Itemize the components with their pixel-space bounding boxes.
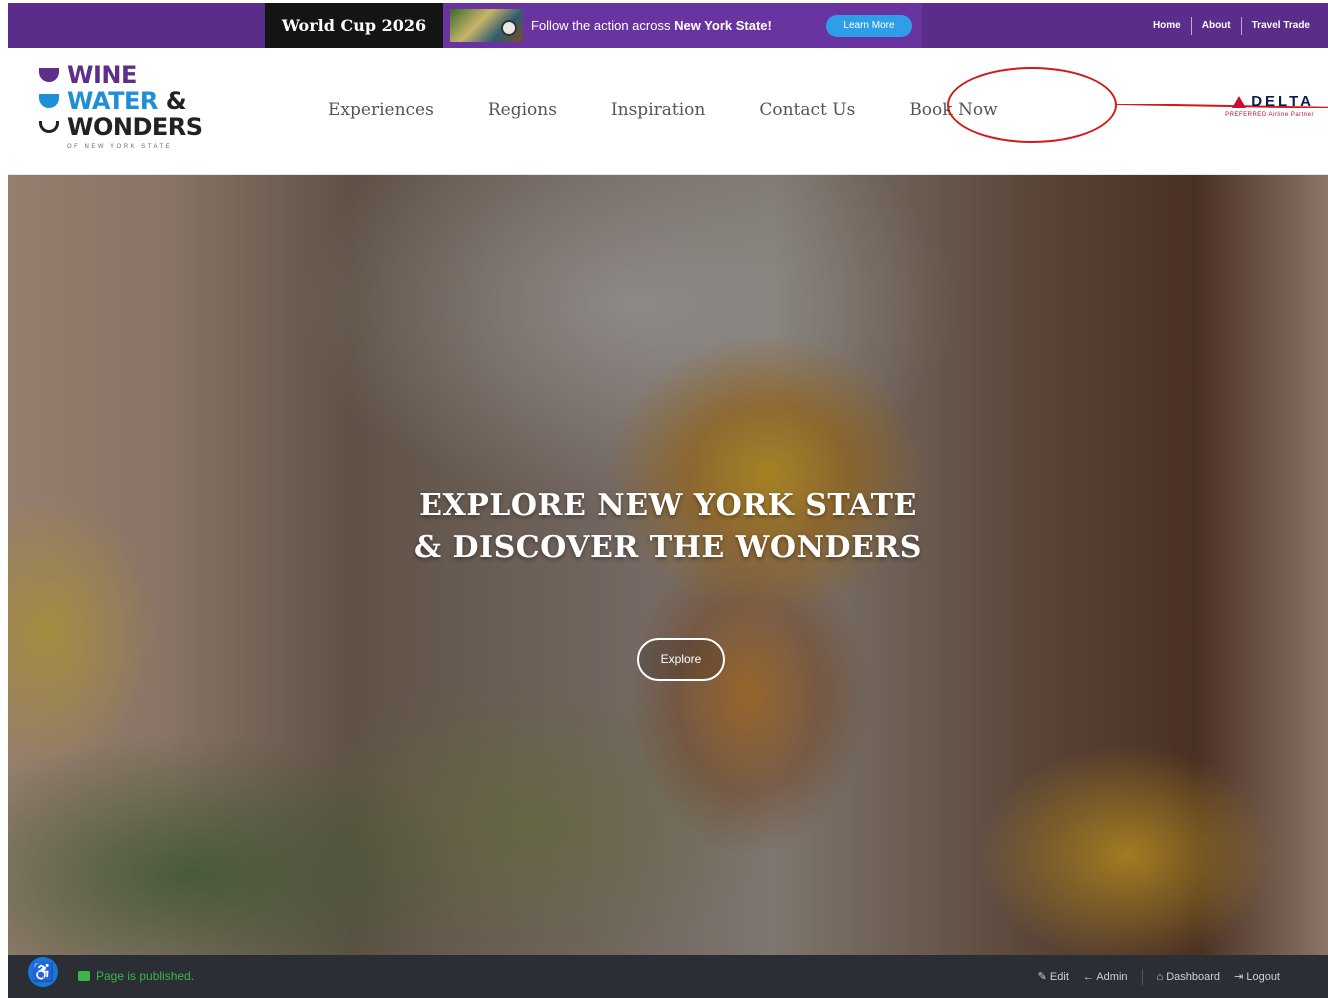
admin-links: ✎ Edit ← Admin ⌂ Dashboard ⇥ Logout — [1038, 955, 1280, 998]
publish-status-text: Page is published. — [96, 969, 195, 983]
page: World Cup 2026 Follow the action across … — [0, 0, 1328, 998]
wine-cup-icon — [39, 68, 59, 82]
main-nav: Experiences Regions Inspiration Contact … — [328, 48, 998, 171]
nav-regions[interactable]: Regions — [488, 100, 557, 120]
delta-name: DELTA — [1251, 93, 1314, 110]
learn-more-button[interactable]: Learn More — [826, 15, 912, 37]
logout-link[interactable]: ⇥ Logout — [1234, 970, 1280, 983]
logo-subtitle: OF NEW YORK STATE — [67, 144, 173, 150]
divider — [1141, 968, 1143, 985]
util-link-travel-trade[interactable]: Travel Trade — [1252, 20, 1310, 31]
admin-label: Admin — [1096, 970, 1128, 983]
world-cup-promo[interactable]: World Cup 2026 Follow the action across … — [265, 3, 922, 48]
publish-status: Page is published. — [78, 955, 194, 998]
admin-link[interactable]: ← Admin — [1083, 971, 1128, 983]
nav-contact-us[interactable]: Contact Us — [759, 100, 855, 120]
site-header: WINE WATER & WONDERS OF NEW YORK STATE E… — [8, 48, 1328, 175]
logo-word-wonders: WONDERS — [67, 113, 203, 141]
dashboard-link[interactable]: ⌂ Dashboard — [1157, 971, 1221, 983]
water-cup-icon — [39, 94, 59, 108]
edit-label: Edit — [1049, 971, 1069, 983]
site-logo[interactable]: WINE WATER & WONDERS OF NEW YORK STATE — [39, 62, 239, 162]
annotation-circle — [947, 67, 1117, 143]
promo-title: World Cup 2026 — [265, 3, 443, 48]
logo-row-water: WATER & — [39, 88, 239, 114]
thumbs-up-icon — [78, 971, 90, 981]
logo-row-wonders: WONDERS — [39, 114, 239, 140]
logout-label: Logout — [1246, 971, 1280, 983]
dashboard-label: Dashboard — [1166, 970, 1221, 983]
hero-title-line-2: & DISCOVER THE WONDERS — [414, 530, 922, 565]
edit-link[interactable]: ✎ Edit — [1038, 970, 1069, 983]
logo-word-wine: WINE — [67, 61, 137, 89]
logo-ampersand: & — [165, 87, 187, 115]
delta-logo-mark: DELTA — [1225, 93, 1314, 110]
nav-inspiration[interactable]: Inspiration — [611, 100, 705, 120]
divider — [1240, 16, 1242, 35]
explore-button[interactable]: Explore — [637, 638, 725, 681]
logo-word-water: WATER & — [67, 87, 187, 115]
delta-partner-logo[interactable]: DELTA PREFERRED Airline Partner — [1225, 93, 1314, 118]
admin-bar: ♿ Page is published. ✎ Edit ← Admin ⌂ Da… — [8, 955, 1328, 998]
util-link-home[interactable]: Home — [1153, 20, 1181, 31]
logo-row-wine: WINE — [39, 62, 239, 88]
nav-experiences[interactable]: Experiences — [328, 100, 434, 120]
delta-tagline: PREFERRED Airline Partner — [1225, 112, 1314, 118]
hero-title: EXPLORE NEW YORK STATE & DISCOVER THE WO… — [8, 485, 1328, 569]
util-link-about[interactable]: About — [1202, 20, 1231, 31]
smile-icon — [39, 121, 59, 133]
promo-text: Follow the action across New York State! — [531, 3, 772, 48]
logo-word-water-text: WATER — [67, 87, 158, 115]
utility-links: Home About Travel Trade — [1153, 3, 1310, 48]
accessibility-icon[interactable]: ♿ — [28, 957, 58, 987]
top-promo-bar: World Cup 2026 Follow the action across … — [8, 3, 1328, 48]
hero-banner: EXPLORE NEW YORK STATE & DISCOVER THE WO… — [8, 175, 1328, 955]
soccer-image-icon — [450, 9, 523, 42]
delta-triangle-icon — [1232, 95, 1247, 108]
promo-text-prefix: Follow the action across — [531, 18, 671, 33]
promo-text-bold: New York State! — [674, 18, 772, 33]
hero-title-line-1: EXPLORE NEW YORK STATE — [419, 488, 917, 523]
divider — [1190, 16, 1192, 35]
